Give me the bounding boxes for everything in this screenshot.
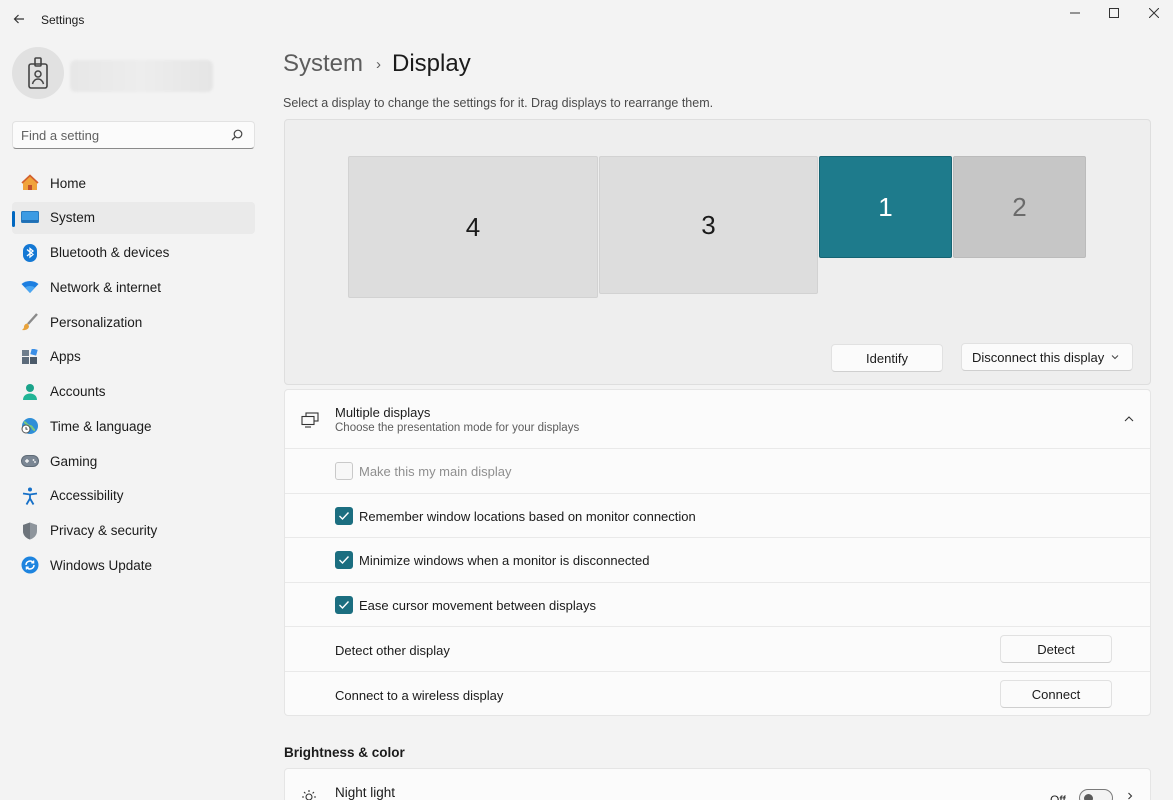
monitor-3[interactable]: 3 <box>599 156 818 294</box>
update-icon <box>20 555 40 575</box>
checkbox-label: Remember window locations based on monit… <box>359 508 696 524</box>
sidebar-item-time-language[interactable]: Time & language <box>12 410 255 442</box>
maximize-icon[interactable] <box>1094 0 1134 26</box>
sidebar-item-label: Windows Update <box>50 557 153 573</box>
shield-icon <box>20 521 40 541</box>
night-light-toggle[interactable] <box>1079 789 1113 800</box>
main-display-option: Make this my main display <box>285 449 1150 494</box>
disconnect-display-label: Disconnect this display <box>972 349 1105 365</box>
sidebar-item-label: Home <box>50 175 87 191</box>
bluetooth-icon <box>20 243 40 263</box>
chevron-down-icon <box>1111 355 1119 360</box>
home-icon <box>20 173 40 193</box>
gamepad-icon <box>20 451 40 471</box>
multiple-displays-header[interactable]: Multiple displays Choose the presentatio… <box>285 390 1150 449</box>
id-badge-icon <box>28 57 48 89</box>
close-icon[interactable] <box>1134 0 1173 26</box>
ease-cursor-option: Ease cursor movement between displays <box>285 583 1150 627</box>
back-arrow-icon[interactable] <box>10 10 28 28</box>
user-name-redacted <box>70 60 213 92</box>
monitor-4[interactable]: 4 <box>348 156 598 298</box>
brightness-icon <box>302 790 316 800</box>
minimize-windows-checkbox[interactable] <box>335 551 353 569</box>
sidebar-item-label: Bluetooth & devices <box>50 245 170 260</box>
sidebar-item-privacy-security[interactable]: Privacy & security <box>12 515 255 547</box>
night-light-label: Night light <box>335 785 396 800</box>
sidebar-item-label: Personalization <box>50 314 143 330</box>
multiple-displays-title: Multiple displays <box>335 405 431 420</box>
sidebar-item-label: Time & language <box>50 418 152 434</box>
checkmark-icon <box>339 556 350 565</box>
breadcrumb: System › Display <box>283 46 471 82</box>
sidebar-item-label: Privacy & security <box>50 523 158 538</box>
night-light-row[interactable]: Night light Off <box>284 768 1151 800</box>
chevron-up-icon[interactable] <box>1122 412 1136 426</box>
sidebar-item-label: Accessibility <box>50 488 124 504</box>
monitor-2[interactable]: 2 <box>953 156 1086 258</box>
globe-clock-icon <box>20 416 40 436</box>
sidebar-item-label: Network & internet <box>50 279 162 295</box>
sidebar-nav: Home System Bluetooth & devices Network … <box>12 167 255 584</box>
system-icon <box>20 208 40 228</box>
night-light-state: Off <box>1050 793 1066 800</box>
apps-icon <box>20 347 40 367</box>
wifi-icon <box>20 277 40 297</box>
connect-button[interactable]: Connect <box>1000 680 1112 708</box>
checkbox-label: Minimize windows when a monitor is disco… <box>359 553 650 568</box>
sidebar-item-label: System <box>50 210 96 226</box>
minimize-windows-option: Minimize windows when a monitor is disco… <box>285 538 1150 583</box>
sidebar-item-apps[interactable]: Apps <box>12 341 255 373</box>
checkbox-label: Make this my main display <box>359 464 512 479</box>
identify-button[interactable]: Identify <box>831 344 943 372</box>
multiple-displays-panel: Multiple displays Choose the presentatio… <box>284 389 1151 716</box>
main-display-checkbox[interactable] <box>335 462 353 480</box>
chevron-right-icon[interactable] <box>1125 791 1135 800</box>
search-box[interactable] <box>12 121 255 149</box>
multiple-displays-subtitle: Choose the presentation mode for your di… <box>335 422 580 434</box>
chevron-right-icon: › <box>376 55 382 73</box>
sidebar-item-label: Gaming <box>50 453 98 469</box>
remember-window-locations-checkbox[interactable] <box>335 506 353 525</box>
detect-button[interactable]: Detect <box>1000 635 1112 663</box>
display-arrangement-area: 4 3 1 2 Identify Disconnect this display <box>284 119 1151 385</box>
ease-cursor-checkbox[interactable] <box>335 595 353 614</box>
page-title: Display <box>392 50 471 77</box>
window-title: Settings <box>41 13 85 27</box>
wireless-display-row: Connect to a wireless display Connect <box>285 672 1150 717</box>
detect-display-row: Detect other display Detect <box>285 627 1150 672</box>
breadcrumb-parent[interactable]: System <box>283 50 363 78</box>
remember-window-locations-option: Remember window locations based on monit… <box>285 494 1150 538</box>
avatar[interactable] <box>12 47 64 99</box>
checkbox-label: Ease cursor movement between displays <box>359 597 597 613</box>
checkmark-icon <box>339 511 350 520</box>
brightness-color-heading: Brightness & color <box>284 745 405 760</box>
sidebar-item-accessibility[interactable]: Accessibility <box>12 480 255 512</box>
sidebar-item-label: Accounts <box>50 384 106 399</box>
title-bar: Settings <box>0 0 1173 40</box>
sidebar-item-network[interactable]: Network & internet <box>12 271 255 303</box>
sidebar-item-personalization[interactable]: Personalization <box>12 306 255 338</box>
sidebar-item-home[interactable]: Home <box>12 167 255 199</box>
multiple-displays-icon <box>301 412 319 428</box>
accounts-icon <box>20 382 40 402</box>
checkmark-icon <box>339 600 350 609</box>
wireless-display-label: Connect to a wireless display <box>335 688 504 703</box>
monitor-1[interactable]: 1 <box>819 156 952 258</box>
detect-display-label: Detect other display <box>335 643 450 658</box>
sidebar-item-windows-update[interactable]: Windows Update <box>12 549 255 581</box>
search-input[interactable] <box>13 122 213 148</box>
page-subtitle: Select a display to change the settings … <box>283 96 714 110</box>
sidebar-item-accounts[interactable]: Accounts <box>12 376 255 408</box>
brush-icon <box>20 312 40 332</box>
sidebar-item-gaming[interactable]: Gaming <box>12 445 255 477</box>
sidebar-item-bluetooth[interactable]: Bluetooth & devices <box>12 237 255 269</box>
accessibility-icon <box>20 486 40 506</box>
search-icon[interactable] <box>230 128 244 142</box>
disconnect-display-dropdown[interactable]: Disconnect this display <box>961 343 1133 371</box>
sidebar-item-system[interactable]: System <box>12 201 255 234</box>
sidebar-item-label: Apps <box>50 349 81 365</box>
minimize-icon[interactable] <box>1055 0 1095 26</box>
